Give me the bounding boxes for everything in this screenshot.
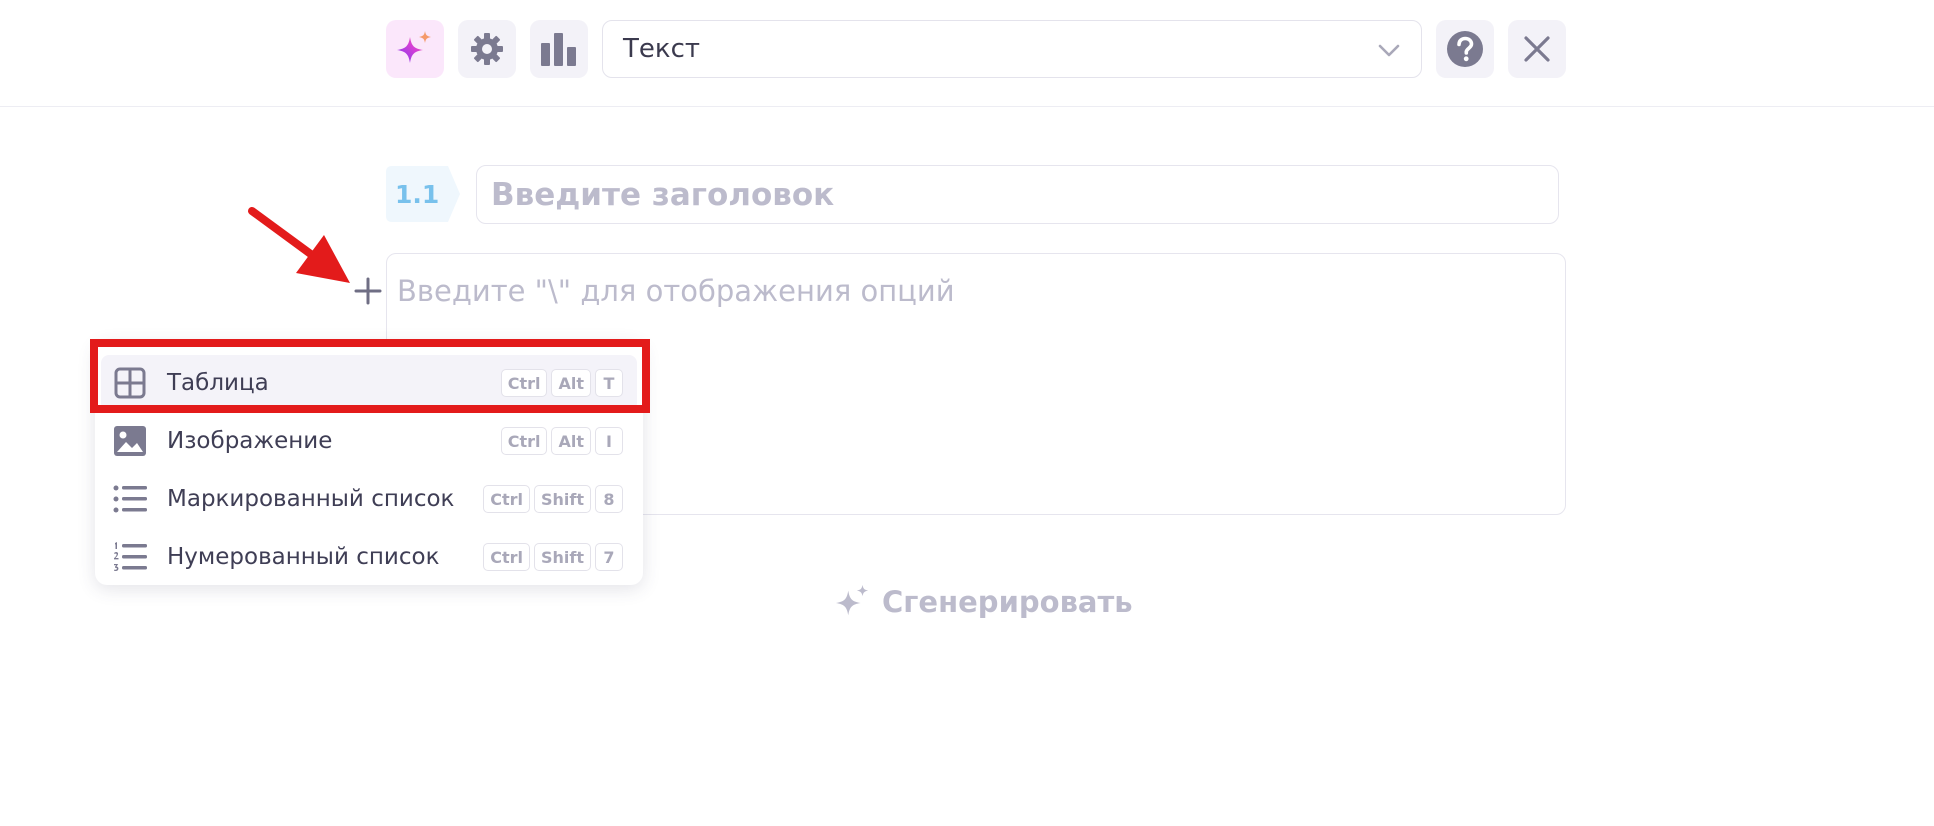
settings-button[interactable] <box>458 20 516 78</box>
menu-item-numbered-list[interactable]: Нумерованный список Ctrl Shift 7 <box>95 529 643 585</box>
annotation-arrow-icon <box>248 207 350 283</box>
help-button[interactable] <box>1436 20 1494 78</box>
bar-chart-icon <box>541 33 576 66</box>
menu-item-label: Таблица <box>167 370 269 396</box>
menu-item-label: Нумерованный список <box>167 544 440 570</box>
shortcut-key: I <box>595 427 623 455</box>
shortcut-keys: Ctrl Alt T <box>500 369 623 397</box>
menu-item-image[interactable]: Изображение Ctrl Alt I <box>95 413 643 469</box>
section-number-badge: 1.1 <box>386 166 460 222</box>
top-toolbar: Текст <box>0 0 1934 107</box>
image-icon <box>113 424 147 458</box>
generate-label: Сгенерировать <box>882 585 1133 619</box>
sparkle-icon <box>835 584 869 616</box>
shortcut-key: Alt <box>551 369 591 397</box>
sparkle-icon <box>397 31 431 63</box>
close-button[interactable] <box>1508 20 1566 78</box>
gear-icon <box>471 33 503 65</box>
shortcut-key: Ctrl <box>483 485 530 513</box>
menu-item-label: Изображение <box>167 428 333 454</box>
section-number: 1.1 <box>395 179 440 209</box>
plus-icon <box>354 277 382 305</box>
shortcut-keys: Ctrl Shift 8 <box>483 485 623 513</box>
menu-item-label: Маркированный список <box>167 486 455 512</box>
menu-item-bulleted-list[interactable]: Маркированный список Ctrl Shift 8 <box>95 471 643 527</box>
shortcut-key: Ctrl <box>483 543 530 571</box>
shortcut-key: T <box>595 369 623 397</box>
shortcut-key: Ctrl <box>500 369 548 397</box>
generate-button[interactable]: Сгенерировать <box>834 580 1133 624</box>
numbered-list-icon <box>113 540 147 574</box>
shortcut-key: Ctrl <box>500 427 548 455</box>
menu-item-table[interactable]: Таблица Ctrl Alt T <box>101 355 637 411</box>
body-placeholder: Введите "\" для отображения опций <box>397 274 955 308</box>
statistics-button[interactable] <box>530 20 588 78</box>
close-icon <box>1524 36 1550 62</box>
shortcut-key: Shift <box>533 543 591 571</box>
table-icon <box>113 366 147 400</box>
insert-options-menu: Таблица Ctrl Alt T Изображение Ctrl Alt … <box>95 341 643 585</box>
shortcut-keys: Ctrl Shift 7 <box>483 543 623 571</box>
ai-button[interactable] <box>386 20 444 78</box>
block-type-value: Текст <box>623 34 701 64</box>
shortcut-keys: Ctrl Alt I <box>500 427 623 455</box>
block-type-select[interactable]: Текст <box>602 20 1422 78</box>
shortcut-key: 8 <box>595 485 623 513</box>
bulleted-list-icon <box>113 482 147 516</box>
title-input[interactable] <box>476 165 1559 224</box>
shortcut-key: Shift <box>533 485 591 513</box>
shortcut-key: 7 <box>595 543 623 571</box>
shortcut-key: Alt <box>551 427 591 455</box>
question-icon <box>1447 31 1483 67</box>
add-block-button[interactable] <box>352 272 384 310</box>
chevron-down-icon <box>1378 44 1400 57</box>
